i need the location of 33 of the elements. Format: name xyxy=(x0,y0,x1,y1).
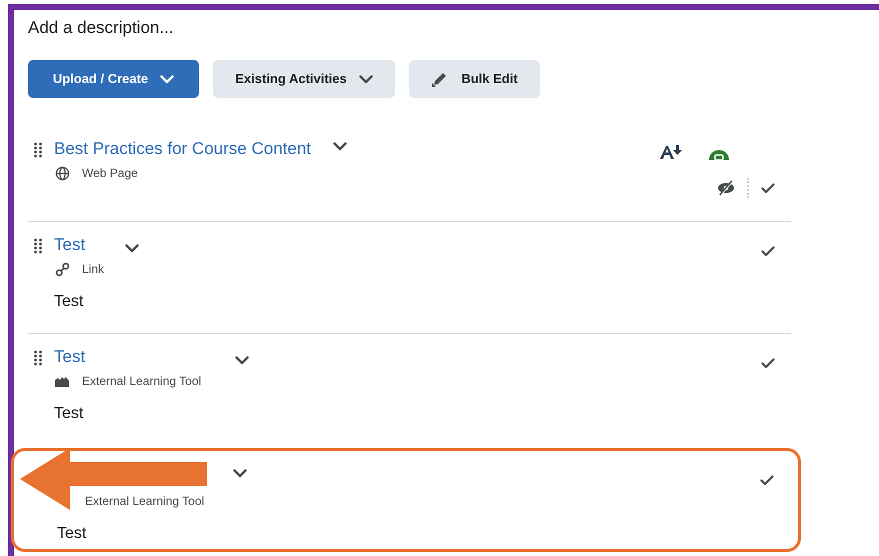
item-description: Test xyxy=(57,524,88,544)
checkmark-icon[interactable] xyxy=(760,475,774,486)
caret-icon xyxy=(358,74,373,84)
checkmark-icon[interactable] xyxy=(761,182,775,194)
status-badge-icon xyxy=(709,150,729,160)
puzzle-icon xyxy=(54,374,70,388)
checkmark-icon[interactable] xyxy=(761,246,775,257)
caret-icon xyxy=(160,74,174,84)
drag-handle-icon[interactable] xyxy=(34,350,42,366)
item-type-label: Link xyxy=(82,261,104,278)
sort-letter-icon[interactable] xyxy=(659,144,683,160)
item-description: Test xyxy=(54,404,84,424)
checkmark-icon[interactable] xyxy=(761,358,775,369)
item-type-label: External Learning Tool xyxy=(82,373,202,390)
caret-icon xyxy=(235,356,250,365)
toolbar-button[interactable]: Existing Activities xyxy=(213,60,395,98)
drag-handle-icon[interactable] xyxy=(34,142,42,158)
description-field[interactable]: Add a description... xyxy=(28,16,879,40)
item-type-label: External Learning Tool xyxy=(85,493,204,510)
item-type-label: Web Page xyxy=(82,165,138,182)
caret-icon xyxy=(233,469,247,478)
item-title-link[interactable]: Test xyxy=(54,234,86,256)
caret-icon xyxy=(333,142,348,151)
item-title-link[interactable]: Test xyxy=(54,346,86,368)
item-title-link[interactable]: Best Practices for Course Content xyxy=(54,138,312,160)
caret-icon xyxy=(125,244,140,253)
item-description: Test xyxy=(54,292,84,312)
globe-icon xyxy=(54,166,70,180)
toolbar-button[interactable]: Upload / Create xyxy=(28,60,199,98)
toolbar-button[interactable]: Bulk Edit xyxy=(409,60,540,98)
drag-handle-icon[interactable] xyxy=(34,238,42,254)
chain-link-icon xyxy=(54,262,70,276)
hidden-eye-icon[interactable] xyxy=(717,180,735,196)
